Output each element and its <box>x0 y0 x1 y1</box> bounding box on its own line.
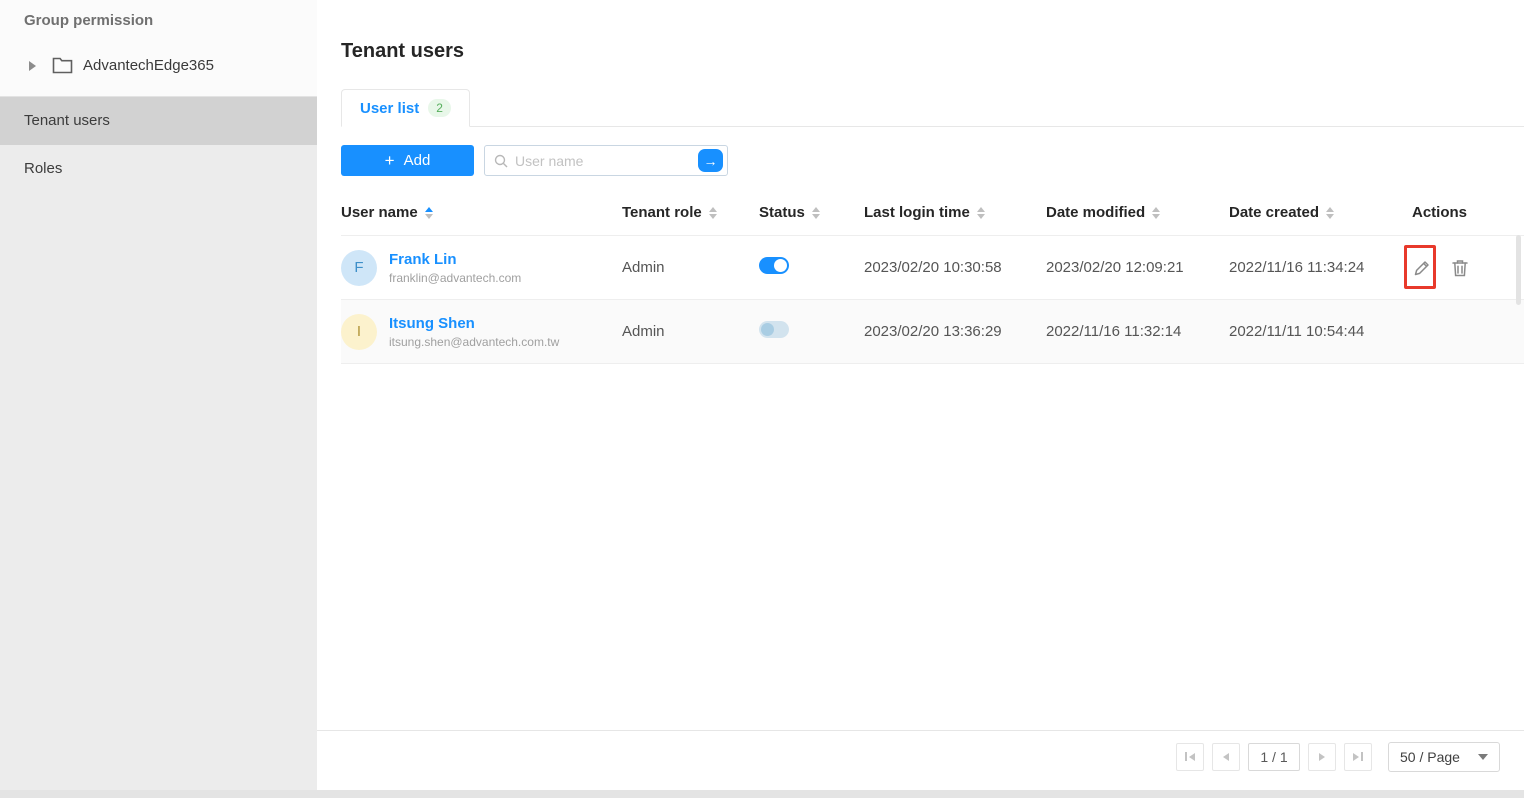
avatar: F <box>341 250 377 286</box>
search-submit-button[interactable]: → <box>698 149 723 172</box>
sidebar-item-label: Tenant users <box>24 112 110 129</box>
search-input[interactable] <box>515 153 698 169</box>
toggle-knob <box>761 323 774 336</box>
status-toggle[interactable] <box>759 257 789 274</box>
user-name-link[interactable]: Frank Lin <box>389 251 521 268</box>
first-page-button[interactable] <box>1176 743 1204 771</box>
sidebar-item-roles[interactable]: Roles <box>0 145 317 193</box>
column-header-status[interactable]: Status <box>759 190 864 236</box>
tenant-role-cell: Admin <box>622 300 759 364</box>
column-label: Date modified <box>1046 204 1145 221</box>
next-page-button[interactable] <box>1308 743 1336 771</box>
sort-icon[interactable] <box>812 207 820 219</box>
first-page-icon <box>1185 752 1187 761</box>
column-label: Tenant role <box>622 204 702 221</box>
column-header-actions: Actions <box>1412 190 1524 236</box>
expand-caret-icon[interactable] <box>29 61 36 71</box>
search-icon <box>493 153 509 169</box>
arrow-right-icon: → <box>704 154 718 168</box>
search-box: → <box>484 145 728 176</box>
table-header-row: User name Tenant role Status Last login … <box>341 190 1524 236</box>
sidebar-item-tenant-users[interactable]: Tenant users <box>0 97 317 145</box>
tenant-role-cell: Admin <box>622 236 759 300</box>
toolbar: + Add → <box>341 145 1524 176</box>
group-permission-heading: Group permission <box>24 12 317 29</box>
triangle-left-icon <box>1189 753 1195 761</box>
tab-user-list[interactable]: User list 2 <box>341 89 470 127</box>
sort-icon[interactable] <box>1326 207 1334 219</box>
user-email: itsung.shen@advantech.com.tw <box>389 335 559 349</box>
trash-icon <box>1451 258 1469 278</box>
column-header-date-modified[interactable]: Date modified <box>1046 190 1229 236</box>
horizontal-scrollbar[interactable] <box>0 790 1524 798</box>
column-header-last-login-time[interactable]: Last login time <box>864 190 1046 236</box>
date-modified-cell: 2023/02/20 12:09:21 <box>1046 236 1229 300</box>
sort-icon[interactable] <box>1152 207 1160 219</box>
sidebar: Group permission AdvantechEdge365 Tenant… <box>0 0 317 798</box>
avatar: I <box>341 314 377 350</box>
tab-label: User list <box>360 100 419 117</box>
date-modified-cell: 2022/11/16 11:32:14 <box>1046 300 1229 364</box>
tree-node-advantechedge365[interactable]: AdvantechEdge365 <box>0 57 317 74</box>
current-page-indicator: 1 / 1 <box>1248 743 1300 771</box>
table-row: I Itsung Shen itsung.shen@advantech.com.… <box>341 300 1524 364</box>
column-label: Actions <box>1412 204 1467 221</box>
triangle-right-icon <box>1353 753 1359 761</box>
users-table: User name Tenant role Status Last login … <box>341 190 1524 364</box>
plus-icon: + <box>385 152 395 169</box>
tab-count-badge: 2 <box>428 99 451 117</box>
column-label: Status <box>759 204 805 221</box>
status-toggle[interactable] <box>759 321 789 338</box>
last-page-button[interactable] <box>1344 743 1372 771</box>
page-size-select[interactable]: 50 / Page <box>1388 742 1500 772</box>
column-header-tenant-role[interactable]: Tenant role <box>622 190 759 236</box>
page-title: Tenant users <box>341 40 1524 63</box>
column-header-date-created[interactable]: Date created <box>1229 190 1412 236</box>
table-row: F Frank Lin franklin@advantech.com Admin… <box>341 236 1524 300</box>
edit-pencil-icon <box>1412 258 1432 278</box>
page-size-value: 50 / Page <box>1400 749 1460 765</box>
delete-button[interactable] <box>1451 258 1469 278</box>
sidebar-menu: Tenant users Roles <box>0 97 317 193</box>
column-label: User name <box>341 204 418 221</box>
tab-bar: User list 2 <box>341 89 1524 127</box>
sort-icon[interactable] <box>425 207 433 219</box>
user-name-link[interactable]: Itsung Shen <box>389 315 559 332</box>
tree-node-label: AdvantechEdge365 <box>83 57 214 74</box>
last-login-cell: 2023/02/20 10:30:58 <box>864 236 1046 300</box>
user-email: franklin@advantech.com <box>389 271 521 285</box>
edit-button[interactable] <box>1412 258 1432 278</box>
add-button[interactable]: + Add <box>341 145 474 176</box>
pagination-bar: 1 / 1 50 / Page <box>317 730 1524 782</box>
column-header-user-name[interactable]: User name <box>341 190 622 236</box>
folder-icon <box>52 57 73 74</box>
date-created-cell: 2022/11/11 10:54:44 <box>1229 300 1412 364</box>
last-login-cell: 2023/02/20 13:36:29 <box>864 300 1046 364</box>
vertical-scrollbar[interactable] <box>1516 235 1521 305</box>
sort-icon[interactable] <box>977 207 985 219</box>
column-label: Last login time <box>864 204 970 221</box>
triangle-right-icon <box>1319 753 1325 761</box>
prev-page-button[interactable] <box>1212 743 1240 771</box>
group-permission-panel: Group permission AdvantechEdge365 <box>0 0 317 97</box>
sidebar-item-label: Roles <box>24 160 62 177</box>
chevron-down-icon <box>1478 754 1488 760</box>
column-label: Date created <box>1229 204 1319 221</box>
add-button-label: Add <box>404 152 431 169</box>
triangle-left-icon <box>1223 753 1229 761</box>
last-page-icon <box>1361 752 1363 761</box>
sort-icon[interactable] <box>709 207 717 219</box>
toggle-knob <box>774 259 787 272</box>
main-panel: Tenant users User list 2 + Add → <box>317 0 1524 790</box>
date-created-cell: 2022/11/16 11:34:24 <box>1229 236 1412 300</box>
